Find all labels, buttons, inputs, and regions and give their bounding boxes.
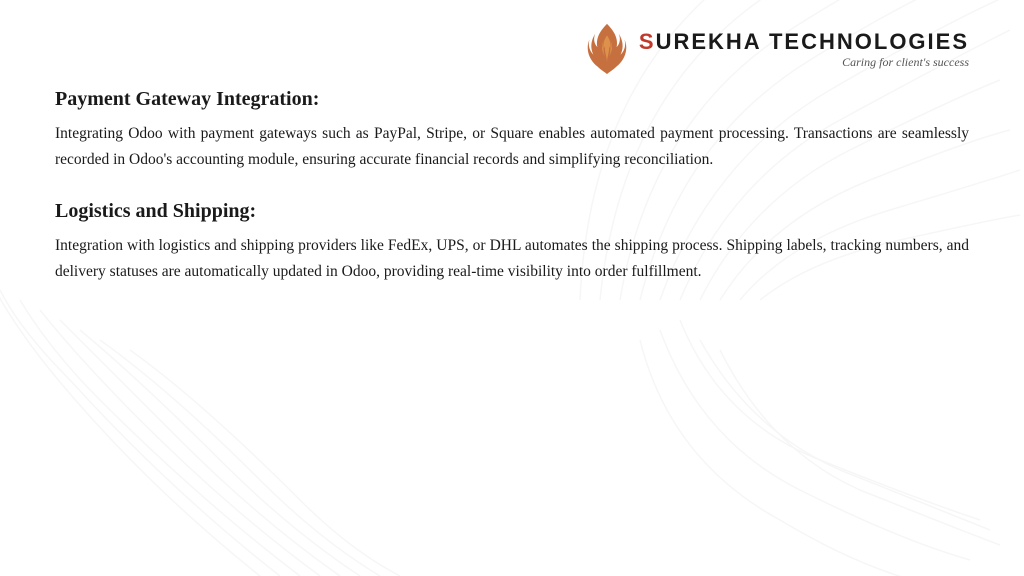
logo-container: SUREKHA TECHNOLOGIES Caring for client's… [583,20,969,78]
logistics-shipping-section: Logistics and Shipping: Integration with… [55,200,969,284]
logo-name-text: SUREKHA TECHNOLOGIES [639,29,969,54]
logo-s-letter: S [639,29,656,54]
logo-icon [583,20,631,78]
header: SUREKHA TECHNOLOGIES Caring for client's… [55,20,969,78]
main-content: Payment Gateway Integration: Integrating… [55,88,969,284]
logo-name: SUREKHA TECHNOLOGIES [639,29,969,55]
payment-gateway-title-text: Payment Gateway Integration: [55,88,319,110]
payment-gateway-body: Integrating Odoo with payment gateways s… [55,121,969,172]
payment-gateway-section: Payment Gateway Integration: Integrating… [55,88,969,172]
logistics-shipping-body: Integration with logistics and shipping … [55,233,969,284]
logistics-shipping-title: Logistics and Shipping: [55,200,969,223]
logo-text-block: SUREKHA TECHNOLOGIES Caring for client's… [639,29,969,70]
logo-tagline: Caring for client's success [639,55,969,70]
logistics-shipping-title-text: Logistics and Shipping: [55,200,256,222]
payment-gateway-title: Payment Gateway Integration: [55,88,969,111]
logo-full-name: UREKHA TECHNOLOGIES [656,29,969,54]
page-wrapper: SUREKHA TECHNOLOGIES Caring for client's… [0,0,1024,332]
